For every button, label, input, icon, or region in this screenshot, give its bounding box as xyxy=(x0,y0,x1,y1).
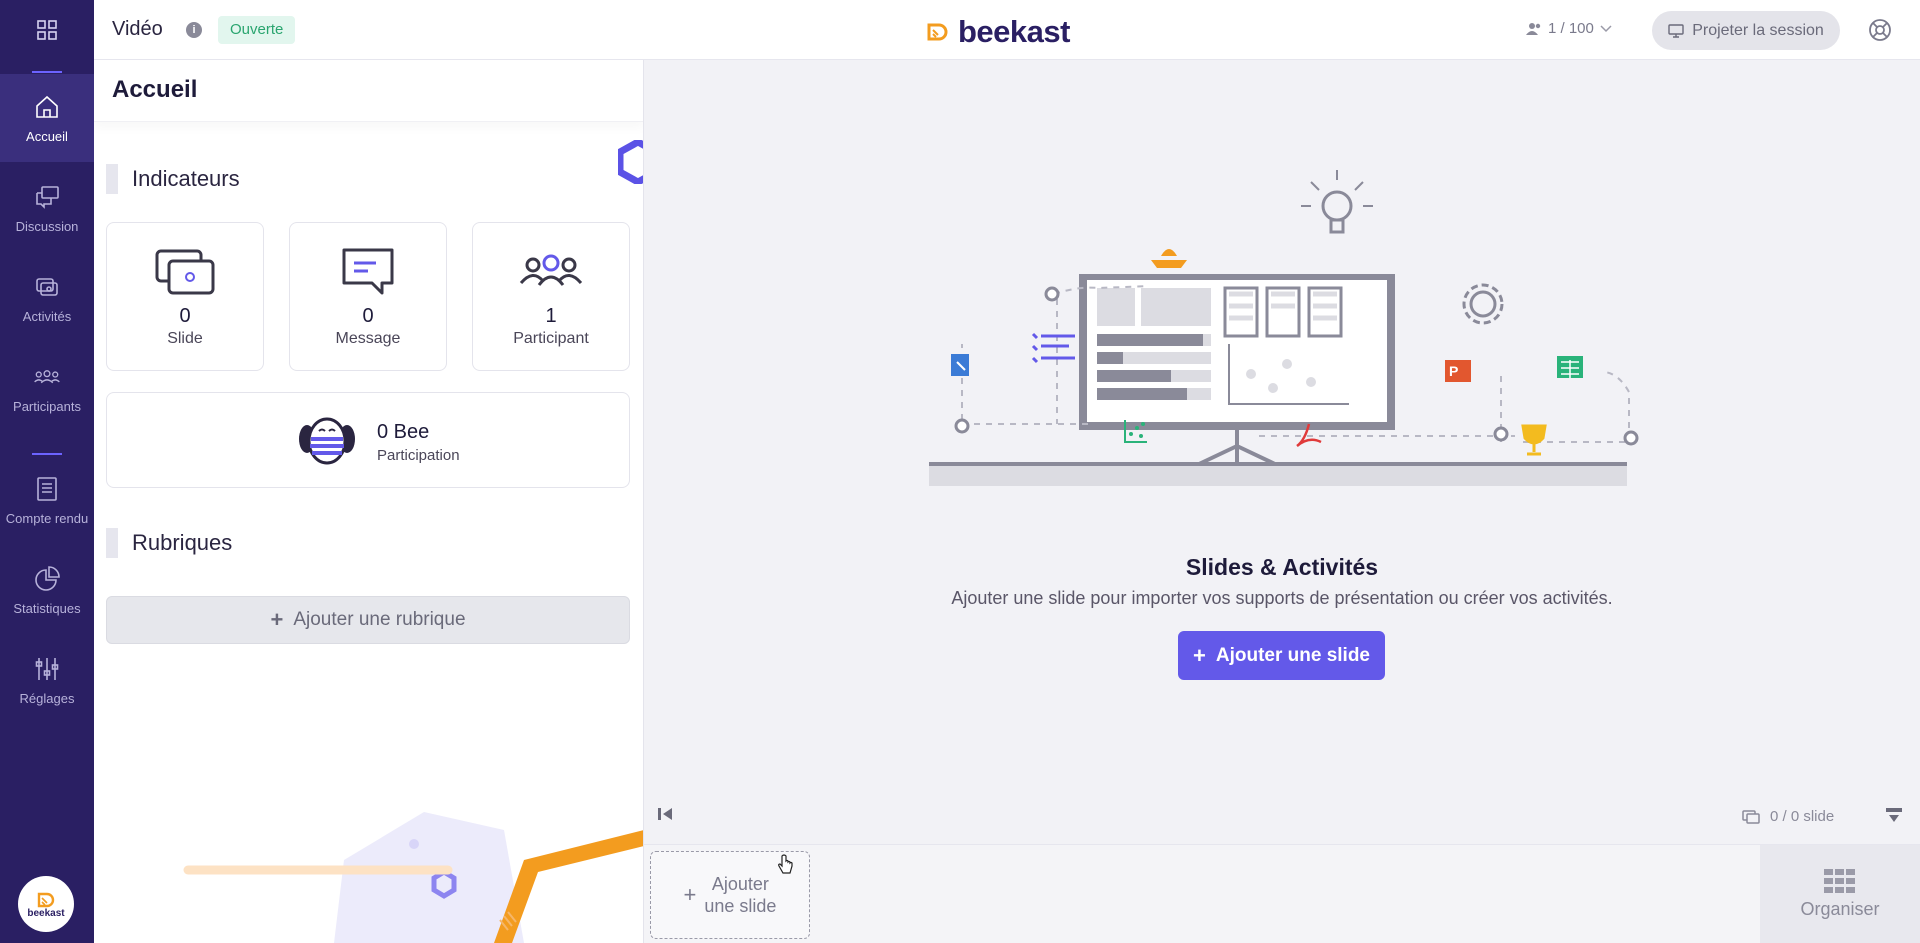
bee-label: Participation xyxy=(377,447,460,464)
activities-icon xyxy=(36,277,58,296)
empty-state-subtitle: Ajouter une slide pour importer vos supp… xyxy=(951,588,1613,608)
presentation-illustration: P xyxy=(929,170,1639,486)
hexagon-decoration xyxy=(618,140,643,184)
slides-icon xyxy=(1742,809,1760,824)
svg-text:P: P xyxy=(1449,363,1458,379)
topbar: Vidéo i Ouverte beekast 1 / 100 Projeter… xyxy=(94,0,1920,60)
help-lifebuoy-icon[interactable] xyxy=(1868,18,1892,42)
plus-icon: + xyxy=(683,882,697,907)
slide-counter: 0 / 0 slide xyxy=(1742,808,1834,825)
brand-logo: beekast xyxy=(926,14,1070,50)
screen-icon xyxy=(1668,23,1684,38)
rubriques-heading: Rubriques xyxy=(106,528,232,558)
plus-icon: + xyxy=(270,607,284,632)
indicator-value: 0 xyxy=(362,305,374,327)
project-session-button[interactable]: Projeter la session xyxy=(1652,11,1840,50)
sidebar-item-label: Participants xyxy=(13,398,81,414)
sidebar-item-accueil[interactable]: Accueil xyxy=(0,74,94,162)
slides-icon xyxy=(155,249,215,295)
strip-add-label: Ajouter une slide xyxy=(704,873,776,917)
sidebar-item-label: Activités xyxy=(22,308,72,324)
logo-text: beekast xyxy=(27,907,65,919)
participants-counter[interactable]: 1 / 100 xyxy=(1526,20,1612,37)
sidebar-item-label: Compte rendu xyxy=(5,510,89,526)
report-icon xyxy=(37,476,57,501)
chevron-down-icon xyxy=(1600,24,1612,32)
sidebar-item-label: Statistiques xyxy=(13,600,81,616)
bee-icon xyxy=(299,417,355,465)
chat-icon xyxy=(36,185,59,209)
section-marker xyxy=(106,528,118,558)
sidebar: Accueil Discussion Activités Participant… xyxy=(0,0,94,943)
add-slide-button[interactable]: + Ajouter une slide xyxy=(1178,631,1385,680)
slide-count-text: 0 / 0 slide xyxy=(1770,808,1835,825)
strip-add-line1: Ajouter xyxy=(711,874,769,894)
indicator-slides: 0 Slide xyxy=(106,222,264,371)
collapse-panel-icon[interactable] xyxy=(658,806,676,822)
home-panel: Accueil Indicateurs 0 Slide 0 Message 1 … xyxy=(94,60,644,943)
sidebar-separator xyxy=(32,71,62,73)
status-badge: Ouverte xyxy=(218,16,296,44)
indicator-value: 0 xyxy=(179,305,191,327)
sidebar-item-label: Réglages xyxy=(19,690,75,706)
bottom-decoration xyxy=(183,812,643,943)
sidebar-item-label: Discussion xyxy=(15,218,79,234)
organize-button[interactable]: Organiser xyxy=(1760,845,1920,943)
sidebar-item-activites[interactable]: Activités xyxy=(0,254,94,342)
slides-strip: + Ajouter une slide Organiser xyxy=(644,844,1920,943)
add-rubrique-label: Ajouter une rubrique xyxy=(293,609,466,630)
beekast-logo-icon xyxy=(927,23,948,41)
strip-add-line2: une slide xyxy=(704,896,777,916)
section-marker xyxy=(106,164,118,194)
bee-participation-card: 0 Bee Participation xyxy=(106,392,630,488)
add-slide-label: Ajouter une slide xyxy=(1215,644,1370,666)
indicator-label: Slide xyxy=(167,330,203,347)
plus-icon: + xyxy=(1193,642,1206,668)
apps-grid-icon[interactable] xyxy=(0,0,94,60)
sidebar-item-label: Accueil xyxy=(26,128,68,144)
empty-state-title: Slides & Activités xyxy=(1185,554,1379,580)
participants-count: 1 / 100 xyxy=(1548,20,1594,37)
project-session-label: Projeter la session xyxy=(1692,21,1824,39)
participants-icon xyxy=(34,369,60,383)
bee-value: 0 Bee xyxy=(377,421,430,443)
indicator-participants: 1 Participant xyxy=(472,222,630,371)
sidebar-item-discussion[interactable]: Discussion xyxy=(0,164,94,252)
sliders-icon xyxy=(35,657,59,680)
sidebar-item-compte-rendu[interactable]: Compte rendu xyxy=(0,456,94,544)
sidebar-item-statistiques[interactable]: Statistiques xyxy=(0,546,94,634)
download-icon[interactable] xyxy=(1884,806,1904,826)
grid-icon xyxy=(1824,869,1855,893)
message-icon xyxy=(342,248,394,295)
session-title: Vidéo xyxy=(112,18,163,40)
indicator-value: 1 xyxy=(545,305,557,327)
indicator-label: Participant xyxy=(513,330,589,347)
add-rubrique-button[interactable]: + Ajouter une rubrique xyxy=(106,596,630,644)
users-icon xyxy=(1526,22,1541,35)
main-area: P Slides & Activités Ajouter une slide p… xyxy=(644,60,1920,844)
pie-chart-icon xyxy=(35,565,60,591)
indicators-heading: Indicateurs xyxy=(106,164,240,194)
panel-title: Accueil xyxy=(112,76,198,103)
home-icon xyxy=(36,95,58,118)
brand-name: beekast xyxy=(958,14,1070,49)
group-icon xyxy=(519,254,583,286)
indicator-label: Message xyxy=(335,330,401,347)
rubriques-title: Rubriques xyxy=(132,530,233,555)
beekast-logo[interactable]: beekast xyxy=(18,876,74,932)
sidebar-item-reglages[interactable]: Réglages xyxy=(0,636,94,724)
hand-cursor-icon xyxy=(778,854,793,874)
info-icon[interactable]: i xyxy=(186,22,202,38)
sidebar-separator xyxy=(32,453,62,455)
organize-label: Organiser xyxy=(1800,899,1880,919)
panel-header: Accueil xyxy=(94,60,643,122)
indicator-messages: 0 Message xyxy=(289,222,447,371)
app-root: Accueil Discussion Activités Participant… xyxy=(0,0,1920,943)
indicators-title: Indicateurs xyxy=(132,166,240,191)
sidebar-item-participants[interactable]: Participants xyxy=(0,344,94,432)
